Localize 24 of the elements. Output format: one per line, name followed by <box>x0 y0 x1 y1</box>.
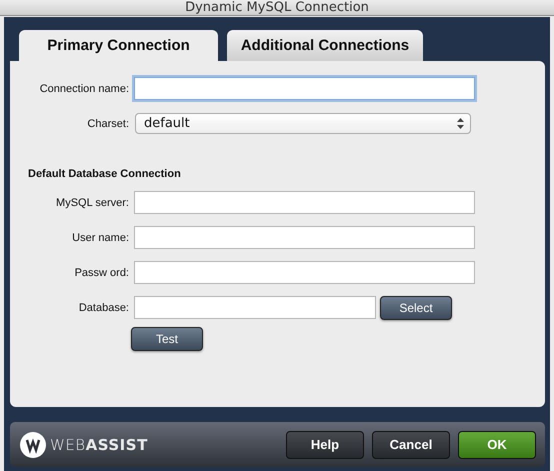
test-button[interactable]: Test <box>131 326 203 350</box>
input-field[interactable] <box>134 77 475 100</box>
window-title: Dynamic MySQL Connection <box>185 0 369 15</box>
input-field[interactable] <box>134 226 475 249</box>
field-label: Database: <box>78 302 129 314</box>
input-field[interactable] <box>134 191 475 214</box>
stepper-arrows-icon <box>457 118 464 129</box>
input-field[interactable] <box>134 296 376 319</box>
field-label: Passw ord: <box>74 266 129 278</box>
logo-text: WEBASSIST <box>50 436 148 454</box>
section-title: Default Database Connection <box>28 168 182 180</box>
dialog-button[interactable]: Help <box>286 430 364 458</box>
charset-select[interactable]: default <box>135 113 471 134</box>
field-label: User name: <box>71 232 129 244</box>
dialog-button[interactable]: Cancel <box>372 430 450 458</box>
input-field[interactable] <box>134 261 475 284</box>
field-label: Charset: <box>86 118 129 130</box>
logo-icon <box>20 432 46 458</box>
tab[interactable]: Additional Connections <box>227 30 423 61</box>
tab[interactable]: Primary Connection <box>19 30 218 61</box>
field-label: MySQL server: <box>55 196 129 208</box>
field-label: Connection name: <box>38 82 129 94</box>
dialog-button[interactable]: OK <box>458 430 536 458</box>
select-button[interactable]: Select <box>380 296 452 320</box>
